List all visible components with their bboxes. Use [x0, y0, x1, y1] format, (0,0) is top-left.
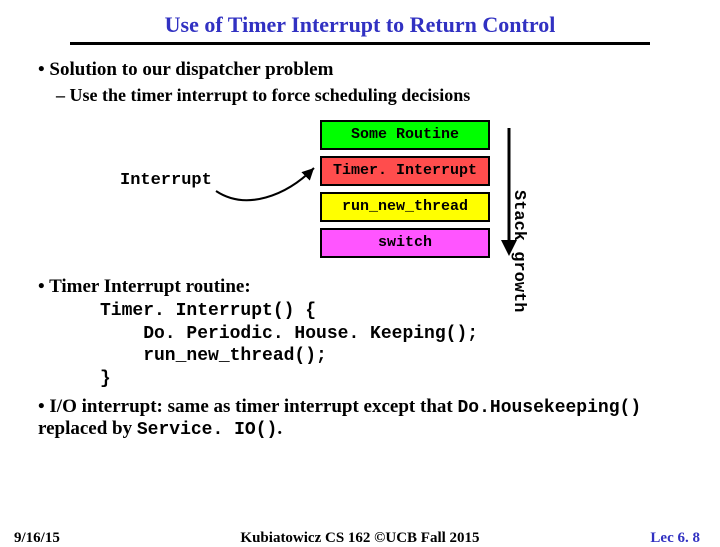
io-text-pre: I/O interrupt: same as timer interrupt e…: [49, 396, 457, 417]
box-some-routine: Some Routine: [320, 120, 490, 150]
io-text-end: .: [277, 418, 282, 439]
bullet-use-timer: Use the timer interrupt to force schedul…: [56, 85, 690, 106]
footer-lecture: Lec 6. 8: [650, 530, 700, 547]
interrupt-arrow-icon: [206, 156, 324, 216]
stack-diagram: Interrupt Some Routine Timer. Interrupt …: [30, 116, 690, 276]
box-timer-interrupt: Timer. Interrupt: [320, 156, 490, 186]
stack-growth-label: Stack growth: [509, 190, 528, 312]
io-text-mid: replaced by: [38, 418, 137, 439]
bullet-timer-routine: Timer Interrupt routine:: [38, 276, 690, 298]
io-code1: Do.Housekeeping(): [457, 398, 641, 418]
slide-title: Use of Timer Interrupt to Return Control: [70, 12, 650, 45]
box-switch: switch: [320, 228, 490, 258]
interrupt-label: Interrupt: [120, 171, 212, 190]
bullet-solution: Solution to our dispatcher problem: [38, 59, 690, 81]
box-run-new-thread: run_new_thread: [320, 192, 490, 222]
io-code2: Service. IO(): [137, 420, 277, 440]
bullet-io-interrupt: I/O interrupt: same as timer interrupt e…: [38, 396, 690, 440]
footer-course: Kubiatowicz CS 162 ©UCB Fall 2015: [0, 530, 720, 547]
code-block: Timer. Interrupt() { Do. Periodic. House…: [100, 300, 690, 390]
